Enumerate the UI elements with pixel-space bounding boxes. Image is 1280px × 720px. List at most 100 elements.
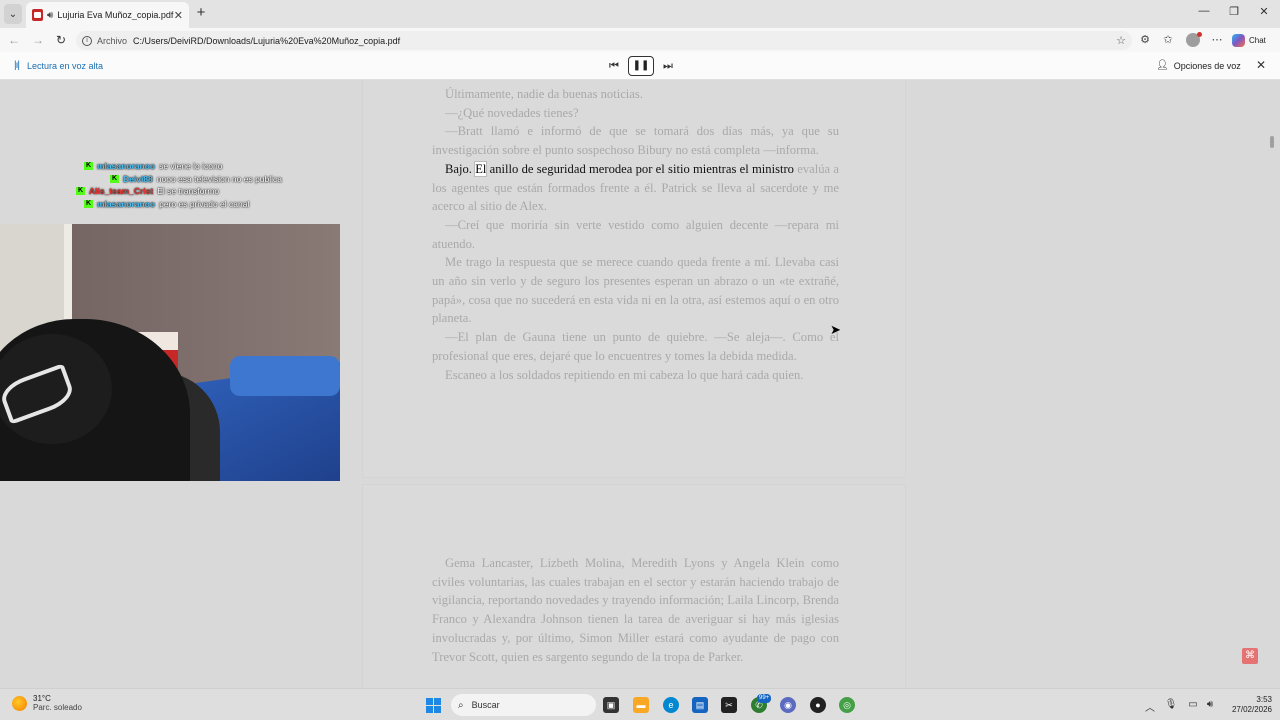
file-explorer-icon[interactable]: ▬ [633,697,649,713]
url-text[interactable]: C:/Users/DeiviRD/Downloads/Lujuria%20Eva… [133,36,1116,46]
restore-icon[interactable]: ❐ [1224,5,1244,18]
notification-dot [1197,32,1202,37]
kick-badge-icon: K [110,174,119,183]
paragraph: Gema Lancaster, Lizbeth Molina, Meredith… [432,556,839,664]
copilot-icon [1232,34,1245,47]
copilot-chat-button[interactable]: Chat [1232,33,1266,48]
webcam-overlay [0,224,340,481]
scrollbar-thumb[interactable] [1270,136,1274,148]
chat-username: Deivi88 [123,173,153,184]
address-bar[interactable]: i Archivo C:/Users/DeiviRD/Downloads/Luj… [76,31,1132,50]
capcut-icon[interactable]: ✂ [721,697,737,713]
tab-strip: ⌄ 🔊︎ Lujuria Eva Muñoz_copia.pdf ✕ + — ❐… [0,0,1280,28]
pdf-page: Gema Lancaster, Lizbeth Molina, Meredith… [362,484,906,688]
current-word: El [474,160,488,177]
previous-paragraph-icon[interactable]: ⏮︎ [606,58,622,74]
obs-icon[interactable]: ● [810,697,826,713]
whatsapp-badge: 99+ [757,694,772,703]
kick-badge-icon: K [84,199,93,208]
weather-widget[interactable]: 31°C Parc. soleado [12,694,82,712]
refresh-icon[interactable]: ↻ [53,32,69,48]
taskbar-search[interactable]: ⌕ Buscar [451,694,596,716]
paragraph: Últimamente, nadie da buenas noticias. [445,87,643,101]
microphone-icon[interactable]: 🎙︎ [1164,699,1178,710]
chat-username: mlasanoranoo [97,161,156,172]
chat-message: K Deivi88 nooo esa television no es publ… [76,173,326,186]
close-window-icon[interactable]: ✕ [1254,5,1274,18]
page-text: Últimamente, nadie da buenas noticias. —… [432,85,839,384]
weather-description: Parc. soleado [33,703,82,712]
chat-text: se viene lo icono [159,161,223,172]
chat-text: El se transformo [157,186,220,197]
minimize-icon[interactable]: — [1194,5,1214,17]
url-scheme-label: Archivo [97,35,128,46]
windows-taskbar: 31°C Parc. soleado ⌕ Buscar ▣ ▬ e ▤ ✂ ✆ … [0,688,1280,720]
speaker-icon[interactable]: 🔊︎ [47,10,53,21]
kick-badge-icon: K [84,162,93,171]
pause-button[interactable]: ❚❚ [628,56,654,76]
voice-options-button[interactable]: 👤︎ Opciones de voz [1156,60,1241,71]
new-tab-plus-icon[interactable]: + [193,5,209,21]
read-aloud-waves-icon: |ı| [14,60,20,71]
chat-username: mlasanoranoo [97,198,156,209]
forward-arrow-icon[interactable]: → [30,32,46,48]
weather-sun-icon [12,695,27,711]
chat-message: K Alis_team_Crist El se transformo [76,185,326,198]
tab-title: Lujuria Eva Muñoz_copia.pdf [57,10,174,20]
tab-close-icon[interactable]: ✕ [174,9,183,22]
paragraph: Me trago la respuesta que se merece cuan… [432,255,839,326]
paragraph: Escaneo a los soldados repitiendo en mi … [445,367,804,382]
volume-icon[interactable]: 🔊︎ [1203,699,1217,710]
network-icon[interactable]: ▭ [1186,699,1200,710]
highlighted-text-after: anillo de seguridad merodea por el sitio… [486,161,794,176]
tray-chevron-icon[interactable]: ︿ [1143,699,1157,714]
favorite-star-icon[interactable]: ☆ [1116,34,1126,47]
voice-person-icon: 👤︎ [1156,60,1169,71]
task-view-icon[interactable]: ▣ [603,697,619,713]
chat-message: K mlasanoranoo pero es privado el canal [76,198,326,211]
stream-chat-overlay: K mlasanoranoo se viene lo icono K Deivi… [76,160,326,210]
chrome-icon[interactable]: ◎ [839,697,855,713]
store-icon[interactable]: ▤ [692,697,708,713]
tab-pdf[interactable]: 🔊︎ Lujuria Eva Muñoz_copia.pdf ✕ [26,2,189,28]
read-aloud-label[interactable]: |ı| Lectura en voz alta [14,60,103,71]
close-read-aloud-icon[interactable]: ✕ [1254,58,1268,72]
windows-start-icon[interactable] [426,698,441,713]
paragraph-being-read: Bajo. El anillo de seguridad merodea por… [432,160,839,216]
read-aloud-text: Lectura en voz alta [26,60,104,71]
clock-time: 3:53 [1256,695,1272,704]
mouse-cursor-icon: ➤ [830,322,841,337]
search-placeholder: Buscar [471,700,500,710]
chat-label: Chat [1249,36,1266,45]
chat-username: Alis_team_Crist [89,186,154,197]
pdf-page: Últimamente, nadie da buenas noticias. —… [362,80,906,478]
discord-icon[interactable]: ◉ [780,697,796,713]
highlighted-text-before: Bajo. [445,161,476,176]
clock-date: 27/02/2026 [1231,705,1272,714]
favorites-icon[interactable]: ✩ [1161,33,1175,47]
chat-text: pero es privado el canal [159,198,250,209]
paragraph: —Bratt llamó e informó de que se tomará … [432,124,839,158]
tab-actions-menu-icon[interactable]: ⌄ [4,4,22,24]
address-bar-row: ← → ↻ i Archivo C:/Users/DeiviRD/Downloa… [0,28,1280,52]
kick-badge-icon: K [76,187,85,196]
edge-browser-icon[interactable]: e [663,697,679,713]
extensions-icon[interactable]: ⚙ [1138,33,1152,47]
acrobat-icon[interactable]: ⌘ [1242,648,1258,664]
voice-options-label: Opciones de voz [1173,60,1241,71]
chat-message: K mlasanoranoo se viene lo icono [76,160,326,173]
search-icon: ⌕ [458,699,464,711]
info-icon[interactable]: i [82,35,92,46]
weather-temperature: 31°C [33,694,51,703]
read-aloud-toolbar: |ı| Lectura en voz alta ⏮︎ ❚❚ ⏭︎ 👤︎ Opci… [0,52,1280,80]
page-text: Gema Lancaster, Lizbeth Molina, Meredith… [432,554,839,666]
system-clock[interactable]: 3:53 27/02/2026 [1226,695,1272,715]
more-options-icon[interactable]: ⋯ [1210,33,1224,47]
paragraph: —¿Qué novedades tienes? [445,105,579,120]
chat-text: nooo esa television no es publica [156,173,283,184]
next-paragraph-icon[interactable]: ⏭︎ [660,58,676,74]
pdf-file-icon [32,9,43,21]
back-arrow-icon[interactable]: ← [6,32,22,48]
paragraph: —Creí que moriría sin verte vestido como… [432,217,839,251]
paragraph: —El plan de Gauna tiene un punto de quie… [432,330,839,363]
